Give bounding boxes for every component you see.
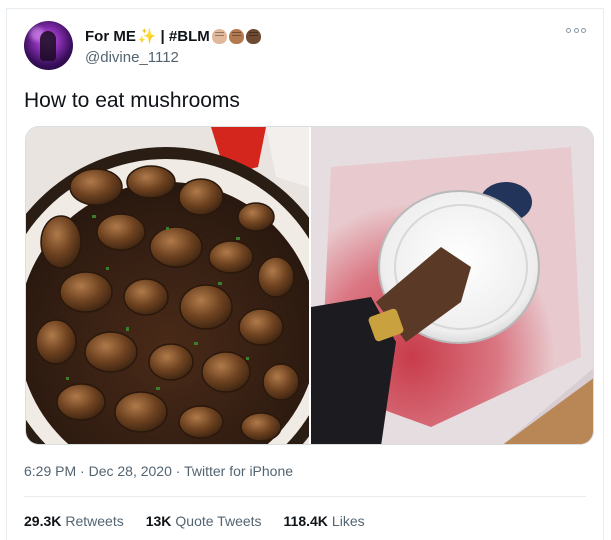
avatar-figure [40,31,56,61]
raised-fist-light-icon [211,28,227,44]
mushrooms-pan-illustration [26,127,309,444]
tweet-media[interactable] [25,126,594,445]
separator-dot: · [80,463,85,479]
tweet-stats: 29.3K Retweets 13K Quote Tweets 118.4K Like… [24,513,387,529]
sparkle-icon: ✨ [137,27,157,45]
divider [24,496,586,497]
tweet-source[interactable]: Twitter for iPhone [184,463,293,479]
quote-tweets-label: Quote Tweets [175,513,262,529]
cooler-illustration [311,127,593,444]
retweets-stat[interactable]: 29.3K Retweets [24,513,124,529]
mushrooms-photo[interactable] [26,127,309,444]
quote-tweets-count: 13K [145,513,172,529]
tweet-header: For ME ✨ | #BLM @divine_1112 [24,21,586,73]
tweet-card: For ME ✨ | #BLM @divine_1112 How to eat … [6,8,604,540]
cooler-photo[interactable] [311,127,593,444]
raised-fist-medium-icon [228,28,244,44]
likes-stat[interactable]: 118.4K Likes [284,513,365,529]
quote-tweets-stat[interactable]: 13K Quote Tweets [146,513,262,529]
avatar[interactable] [24,21,73,70]
likes-count: 118.4K [283,513,328,529]
user-handle[interactable]: @divine_1112 [85,49,261,66]
likes-label: Likes [331,513,365,529]
raised-fist-dark-icon [245,28,261,44]
tweet-timestamp[interactable]: 6:29 PM · Dec 28, 2020 · Twitter for iPh… [24,463,293,479]
tweet-text: How to eat mushrooms [24,89,240,112]
separator-dot: · [175,463,181,479]
author-names: For ME ✨ | #BLM @divine_1112 [85,27,261,66]
more-options-icon[interactable] [566,25,586,35]
tweet-date[interactable]: Dec 28, 2020 [89,463,172,479]
retweets-count: 29.3K [24,513,62,529]
tweet-time[interactable]: 6:29 PM [24,463,76,479]
display-name-tag[interactable]: | #BLM [161,28,210,45]
display-name[interactable]: For ME [85,28,136,45]
retweets-label: Retweets [65,513,124,529]
display-name-row[interactable]: For ME ✨ | #BLM [85,27,261,45]
